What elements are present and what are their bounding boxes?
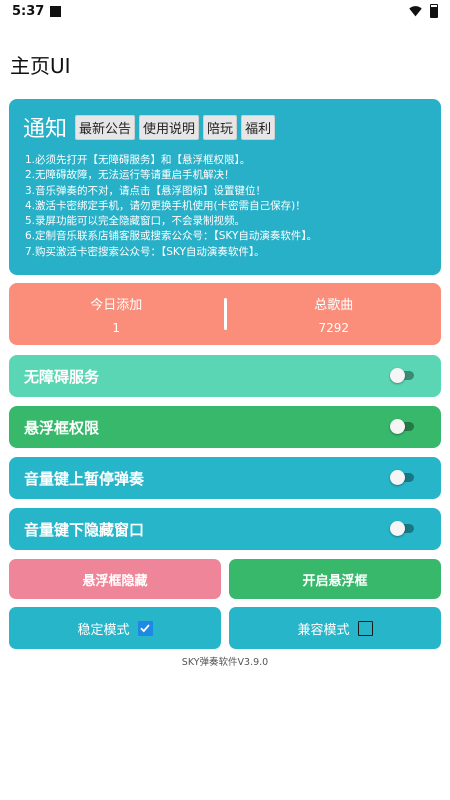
notice-line: 4.激活卡密绑定手机，请勿更换手机使用(卡密需自己保存)！	[25, 199, 306, 212]
notice-line: 1.必须先打开【无障碍服务】和【悬浮框权限】。	[25, 154, 251, 166]
page-title: 主页UI	[10, 54, 71, 78]
compatible-mode-button[interactable]: 兼容模式	[229, 607, 441, 649]
status-bar: 5:37	[0, 0, 450, 22]
notice-header: 通知 最新公告 使用说明 陪玩 福利	[23, 111, 427, 143]
notice-line: 5.录屏功能可以完全隐藏窗口，不会录制视频。	[25, 215, 246, 228]
open-float-button[interactable]: 开启悬浮框	[229, 559, 441, 599]
volume-up-pause-label: 音量键上暂停弹奏	[24, 469, 145, 488]
wifi-icon	[409, 6, 422, 17]
stats-card: 今日添加 1 总歌曲 7292	[9, 283, 441, 345]
total-songs-value: 7292	[318, 320, 350, 335]
notice-line: 6.定制音乐联系店铺客服或搜索公众号：【SKY自动演奏软件】。	[25, 230, 318, 243]
battery-icon	[430, 4, 438, 18]
compatible-mode-checkbox[interactable]	[357, 620, 373, 636]
notice-line: 2.无障碍故障，无法运行等请重启手机解决！	[25, 169, 235, 182]
accessibility-service-label: 无障碍服务	[24, 367, 100, 386]
version-label: SKY弹奏软件V3.9.0	[181, 657, 269, 668]
tag-companion[interactable]: 陪玩	[203, 114, 238, 140]
tag-usage-guide[interactable]: 使用说明	[139, 114, 200, 140]
stable-mode-label: 稳定模式	[77, 622, 130, 638]
check-icon	[140, 624, 150, 633]
stable-mode-checkbox[interactable]	[137, 620, 153, 636]
today-added-value: 1	[112, 320, 121, 335]
notice-line: 3.音乐弹奏的不对，请点击【悬浮图标】设置键位！	[25, 184, 267, 197]
volume-down-hide-label: 音量键下隐藏窗口	[24, 520, 145, 539]
tag-welfare[interactable]: 福利	[241, 114, 276, 140]
float-permission-row[interactable]: 悬浮框权限	[9, 406, 441, 448]
notice-card: 通知 最新公告 使用说明 陪玩 福利 1.必须先打开【无障碍服务】和【悬浮框权限…	[9, 99, 441, 275]
total-songs-label: 总歌曲	[314, 297, 354, 313]
notice-line: 7.购买激活卡密搜索公众号：【SKY自动演奏软件】。	[25, 245, 265, 258]
today-added-stat: 今日添加 1	[9, 294, 224, 335]
accessibility-service-row[interactable]: 无障碍服务	[9, 355, 441, 397]
volume-up-pause-switch[interactable]	[390, 470, 416, 485]
notification-icon	[50, 5, 62, 17]
tag-latest-announcement[interactable]: 最新公告	[75, 114, 136, 140]
total-songs-stat: 总歌曲 7292	[227, 294, 442, 335]
accessibility-service-switch[interactable]	[390, 368, 416, 383]
hide-float-button[interactable]: 悬浮框隐藏	[9, 559, 221, 599]
volume-up-pause-row[interactable]: 音量键上暂停弹奏	[9, 457, 441, 499]
float-permission-switch[interactable]	[390, 419, 416, 434]
notice-lines: 1.必须先打开【无障碍服务】和【悬浮框权限】。 2.无障碍故障，无法运行等请重启…	[23, 153, 427, 260]
volume-down-hide-switch[interactable]	[390, 521, 416, 536]
today-added-label: 今日添加	[90, 297, 143, 313]
notice-title: 通知	[23, 117, 68, 142]
stable-mode-button[interactable]: 稳定模式	[9, 607, 221, 649]
status-time: 5:37	[12, 3, 45, 19]
float-permission-label: 悬浮框权限	[24, 418, 100, 437]
compatible-mode-label: 兼容模式	[297, 622, 350, 638]
volume-down-hide-row[interactable]: 音量键下隐藏窗口	[9, 508, 441, 550]
